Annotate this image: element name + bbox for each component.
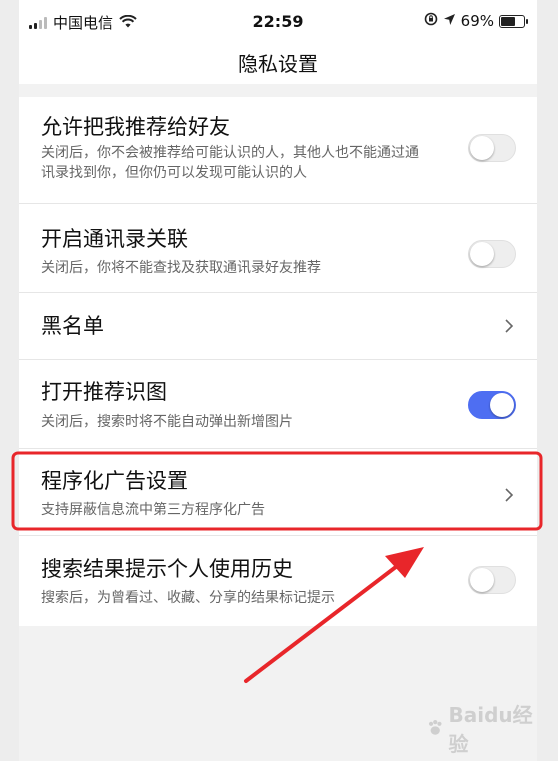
- setting-subtitle: 关闭后，搜索时将不能自动弹出新增图片: [41, 414, 293, 430]
- page-title: 隐私设置: [238, 52, 318, 76]
- phone-screen: 中国电信 22:59 69% 隐私设置 允许把我推荐给好友 关闭后，你不会被推荐…: [19, 0, 537, 761]
- setting-contacts-link[interactable]: 开启通讯录关联 关闭后，你将不能查找及获取通讯录好友推荐: [19, 204, 537, 293]
- contacts-link-toggle[interactable]: [468, 240, 516, 268]
- setting-search-history[interactable]: 搜索结果提示个人使用历史 搜索后，为曾看过、收藏、分享的结果标记提示: [19, 536, 537, 626]
- nav-bar: 隐私设置: [19, 44, 537, 84]
- setting-subtitle: 支持屏蔽信息流中第三方程序化广告: [41, 502, 265, 518]
- battery-icon: [499, 14, 528, 28]
- setting-recommend-me[interactable]: 允许把我推荐给好友 关闭后，你不会被推荐给可能认识的人，其他人也不能通过通讯录找…: [19, 97, 537, 204]
- setting-title: 搜索结果提示个人使用历史: [41, 557, 293, 581]
- chevron-right-icon: [505, 319, 514, 333]
- setting-subtitle: 搜索后，为曾看过、收藏、分享的结果标记提示: [41, 590, 335, 606]
- watermark: Baidu经验: [426, 703, 536, 756]
- watermark-text: Baidu经验: [448, 703, 533, 756]
- setting-blacklist[interactable]: 黑名单: [19, 293, 537, 360]
- battery-percent: 69%: [460, 12, 494, 30]
- baidu-paw-icon: [428, 720, 442, 735]
- chevron-right-icon: [505, 488, 514, 502]
- setting-subtitle: 关闭后，你不会被推荐给可能认识的人，其他人也不能通过通讯录找到你，但你仍可以发现…: [41, 145, 419, 181]
- image-recognition-toggle[interactable]: [468, 391, 516, 419]
- orientation-lock-icon: [424, 12, 438, 30]
- location-icon: [443, 12, 456, 30]
- setting-subtitle: 关闭后，你将不能查找及获取通讯录好友推荐: [41, 260, 321, 276]
- recommend-me-toggle[interactable]: [468, 134, 516, 162]
- setting-title: 黑名单: [41, 314, 104, 338]
- setting-title: 允许把我推荐给好友: [41, 115, 230, 139]
- setting-programmatic-ads[interactable]: 程序化广告设置 支持屏蔽信息流中第三方程序化广告: [19, 449, 537, 536]
- search-history-toggle[interactable]: [468, 566, 516, 594]
- setting-image-recognition[interactable]: 打开推荐识图 关闭后，搜索时将不能自动弹出新增图片: [19, 360, 537, 449]
- setting-title: 程序化广告设置: [41, 469, 188, 493]
- setting-title: 打开推荐识图: [41, 380, 167, 404]
- status-bar: 中国电信 22:59 69%: [19, 0, 537, 44]
- settings-list: 允许把我推荐给好友 关闭后，你不会被推荐给可能认识的人，其他人也不能通过通讯录找…: [19, 97, 537, 626]
- setting-title: 开启通讯录关联: [41, 227, 188, 251]
